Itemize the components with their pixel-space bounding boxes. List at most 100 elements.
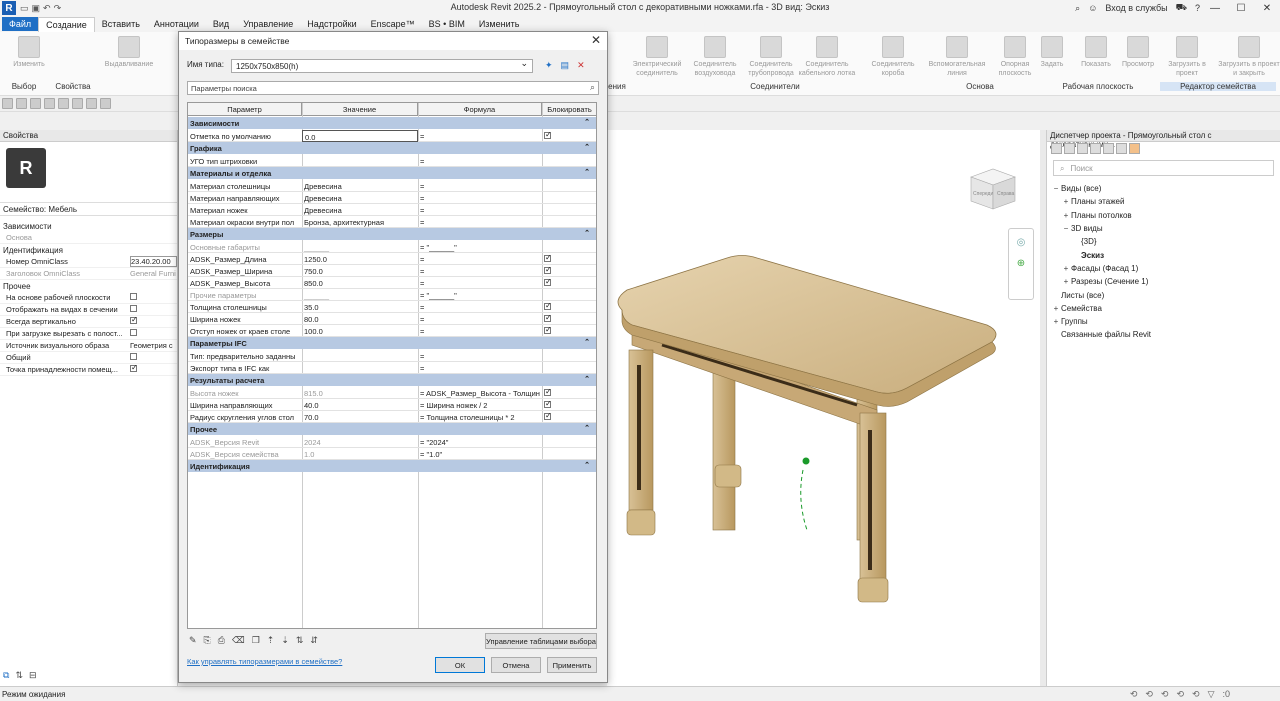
- lock-checkbox[interactable]: [544, 313, 552, 322]
- tree-item[interactable]: + Планы этажей: [1047, 195, 1280, 208]
- col-lock[interactable]: Блокировать: [542, 103, 596, 116]
- tree-item[interactable]: − Виды (все): [1047, 182, 1280, 195]
- tab-addins[interactable]: Надстройки: [300, 17, 363, 31]
- parameter-value[interactable]: ______: [302, 289, 418, 301]
- prop-row[interactable]: На основе рабочей плоскости: [0, 292, 177, 304]
- edit-parameter-icon[interactable]: ⎙: [218, 635, 225, 646]
- expand-toggle-icon[interactable]: −: [1051, 184, 1061, 193]
- browser-tool-icon[interactable]: [1051, 143, 1062, 154]
- table-model[interactable]: [607, 130, 1040, 686]
- parameter-formula[interactable]: = "______": [418, 289, 542, 301]
- zoom-icon[interactable]: ⊕: [1009, 258, 1033, 269]
- parameter-value[interactable]: 750.0: [302, 265, 418, 277]
- parameter-row[interactable]: Экспорт типа в IFC как =: [188, 362, 596, 374]
- sort-descending-icon[interactable]: ⇵: [310, 635, 318, 646]
- parameter-formula[interactable]: =: [418, 277, 542, 289]
- tree-item[interactable]: {3D}: [1047, 235, 1280, 248]
- expand-toggle-icon[interactable]: +: [1051, 304, 1061, 313]
- parameter-value[interactable]: 815.0: [302, 387, 418, 399]
- parameter-formula[interactable]: = Толщина столешницы * 2: [418, 411, 542, 423]
- expand-toggle-icon[interactable]: +: [1061, 277, 1071, 286]
- parameter-value[interactable]: [302, 155, 418, 167]
- tree-item[interactable]: −3D виды: [1047, 222, 1280, 235]
- tab-manage[interactable]: Управление: [236, 17, 300, 31]
- rename-type-icon[interactable]: ▤: [561, 60, 570, 71]
- maximize-icon[interactable]: ☐: [1228, 0, 1254, 16]
- parameter-formula[interactable]: =: [418, 350, 542, 362]
- parameter-row[interactable]: Отступ ножек от краев столе 100.0 =: [188, 325, 596, 337]
- parameter-formula[interactable]: =: [418, 253, 542, 265]
- parameter-value[interactable]: Древесина: [302, 204, 418, 216]
- browser-tool-icon[interactable]: [1090, 143, 1101, 154]
- family-types-icon[interactable]: [100, 98, 111, 109]
- prop-row[interactable]: Всегда вертикально: [0, 316, 177, 328]
- tree-item[interactable]: Эскиз: [1047, 248, 1280, 261]
- tab-file[interactable]: Файл: [2, 17, 39, 31]
- parameter-formula[interactable]: = "______": [418, 241, 542, 253]
- help-link[interactable]: Как управлять типоразмерами в семействе?: [187, 657, 342, 666]
- tree-item[interactable]: + Планы потолков: [1047, 209, 1280, 222]
- viewcube[interactable]: Спереди Справа: [963, 163, 1025, 213]
- section-other[interactable]: Прочее: [0, 280, 177, 292]
- tab-modify[interactable]: Изменить: [472, 17, 527, 31]
- open-icon[interactable]: ▭: [20, 3, 29, 14]
- parameter-value[interactable]: Древесина: [302, 192, 418, 204]
- copy-parameter-icon[interactable]: ❐: [252, 635, 260, 646]
- checkbox[interactable]: [130, 305, 137, 312]
- parameter-formula[interactable]: = "2024": [418, 436, 542, 448]
- type-name-select[interactable]: 1250x750x850(h): [231, 58, 533, 73]
- collapse-icon[interactable]: ⌃: [584, 424, 590, 432]
- tree-item[interactable]: + Фасады (Фасад 1): [1047, 262, 1280, 275]
- grid-section-header[interactable]: Зависимости ⌃: [188, 117, 596, 129]
- checkbox[interactable]: [130, 329, 137, 336]
- delete-type-icon[interactable]: ✕: [577, 60, 585, 71]
- viewer-button[interactable]: Просмотр: [1116, 34, 1160, 69]
- grid-section-header[interactable]: Графика ⌃: [188, 142, 596, 154]
- browser-tool-icon[interactable]: [1116, 143, 1127, 154]
- section-identity[interactable]: Идентификация: [0, 244, 177, 256]
- browser-tool-icon[interactable]: [1077, 143, 1088, 154]
- parameter-row[interactable]: Толщина столешницы 35.0 =: [188, 301, 596, 313]
- parameter-formula[interactable]: =: [418, 192, 542, 204]
- prop-row[interactable]: Заголовок OmniClass General Furni: [0, 268, 177, 280]
- grid-section-header[interactable]: Прочее ⌃: [188, 423, 596, 435]
- duct-connector-button[interactable]: Соединитель воздуховода: [686, 34, 744, 78]
- 3d-viewport[interactable]: [607, 130, 1040, 686]
- parameter-value[interactable]: 70.0: [302, 411, 418, 423]
- close-icon[interactable]: ✕: [591, 33, 601, 47]
- parameter-value[interactable]: 1.0: [302, 448, 418, 460]
- browser-tool-icon[interactable]: [1064, 143, 1075, 154]
- family-selector[interactable]: Семейство: Мебель: [0, 202, 177, 216]
- user-icon[interactable]: ☺: [1088, 3, 1097, 13]
- parameter-formula[interactable]: =: [418, 325, 542, 337]
- navigation-bar[interactable]: ◎ ⊕: [1008, 228, 1034, 300]
- parameter-value[interactable]: 1250.0: [302, 253, 418, 265]
- parameter-value[interactable]: [302, 362, 418, 374]
- tree-item[interactable]: + Разрезы (Сечение 1): [1047, 275, 1280, 288]
- parameter-formula[interactable]: =: [418, 204, 542, 216]
- minimize-icon[interactable]: —: [1202, 0, 1228, 16]
- drag-elements-icon[interactable]: [58, 98, 69, 109]
- prop-row[interactable]: Номер OmniClass 23.40.20.00: [0, 256, 177, 268]
- parameter-formula[interactable]: =: [418, 265, 542, 277]
- parameter-formula[interactable]: =: [418, 216, 542, 228]
- parameter-formula[interactable]: =: [418, 180, 542, 192]
- tab-enscape[interactable]: Enscape™: [364, 17, 422, 31]
- measure-icon[interactable]: [86, 98, 97, 109]
- parameter-value[interactable]: [302, 350, 418, 362]
- redo-icon[interactable]: ↷: [54, 3, 62, 14]
- parameter-formula[interactable]: =: [418, 155, 542, 167]
- design-options-icon[interactable]: ⊟: [29, 670, 37, 681]
- undo-icon[interactable]: ↶: [43, 3, 51, 14]
- move-up-icon[interactable]: ⇡: [267, 635, 275, 646]
- prop-row[interactable]: При загрузке вырезать с полост...: [0, 328, 177, 340]
- lock-checkbox[interactable]: [544, 277, 552, 286]
- parameter-value[interactable]: 2024: [302, 436, 418, 448]
- filter-icon[interactable]: ▽: [1208, 689, 1215, 700]
- parameter-formula[interactable]: = "1.0": [418, 448, 542, 460]
- parameter-formula[interactable]: =: [418, 362, 542, 374]
- browser-search[interactable]: ⌕ Поиск: [1053, 160, 1274, 176]
- ok-button[interactable]: ОК: [435, 657, 485, 673]
- select-underlay-icon[interactable]: [16, 98, 27, 109]
- lock-checkbox[interactable]: [544, 399, 552, 408]
